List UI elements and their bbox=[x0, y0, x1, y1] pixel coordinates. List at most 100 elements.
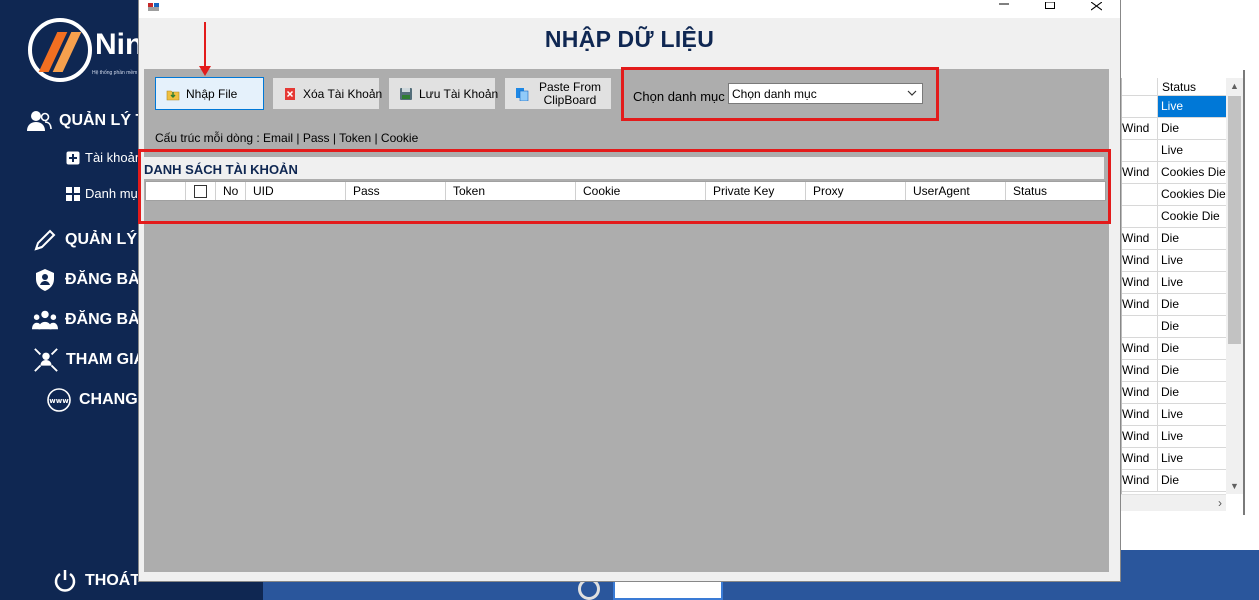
delete-accounts-button[interactable]: Xóa Tài Khoản bbox=[272, 77, 383, 110]
table-row[interactable]: Die bbox=[1122, 316, 1226, 338]
delete-icon bbox=[283, 87, 297, 101]
sidebar-item-tham-gia[interactable]: THAM GIA bbox=[33, 347, 145, 373]
app-icon bbox=[148, 0, 160, 11]
minimize-icon bbox=[999, 3, 1009, 5]
row-status-cell: Live bbox=[1161, 143, 1184, 157]
import-panel: Nhập File Xóa Tài Khoản Lưu Tài Khoản Pa… bbox=[144, 69, 1109, 572]
table-row[interactable]: Cookie Die bbox=[1122, 206, 1226, 228]
clipboard-icon bbox=[515, 87, 529, 101]
folder-download-icon bbox=[166, 87, 180, 101]
pencil-icon bbox=[32, 227, 58, 253]
table-row[interactable]: Wind Die bbox=[1122, 338, 1226, 360]
row-status-cell: Cookie Die bbox=[1161, 209, 1220, 223]
row-status-cell: Die bbox=[1161, 473, 1180, 487]
row-status-cell: Live bbox=[1161, 429, 1184, 443]
table-row[interactable]: Wind Die bbox=[1122, 470, 1226, 492]
plus-box-icon bbox=[66, 151, 80, 165]
minimize-button[interactable] bbox=[981, 0, 1027, 14]
group-icon bbox=[32, 307, 58, 333]
table-row[interactable]: Cookies Die bbox=[1122, 184, 1226, 206]
row-prefix-cell bbox=[1122, 184, 1158, 205]
close-button[interactable] bbox=[1073, 0, 1119, 14]
scroll-right-icon[interactable]: › bbox=[1218, 495, 1222, 512]
scrollbar-thumb[interactable] bbox=[1228, 96, 1241, 344]
table-row[interactable]: Live bbox=[1122, 140, 1226, 162]
row-status-cell: Die bbox=[1161, 341, 1180, 355]
sidebar-item-label: ĐĂNG BÀI bbox=[65, 311, 145, 328]
maximize-button[interactable] bbox=[1027, 0, 1073, 14]
scroll-down-icon[interactable]: ▼ bbox=[1226, 478, 1243, 494]
table-body: Live Wind Die Live Wind Cookies Die Cookies Di… bbox=[1122, 96, 1226, 492]
row-prefix-cell bbox=[1122, 96, 1158, 117]
import-file-label: Nhập File bbox=[186, 86, 238, 101]
table-row[interactable]: Wind Die bbox=[1122, 294, 1226, 316]
row-prefix-cell: Wind bbox=[1122, 404, 1158, 425]
power-icon bbox=[52, 568, 78, 594]
account-status-table: Status Live Wind Die Live Wind Cookies Die Coo… bbox=[1121, 78, 1226, 494]
row-status-cell: Die bbox=[1161, 297, 1180, 311]
arrow-down-icon bbox=[199, 22, 211, 76]
row-prefix-cell: Wind bbox=[1122, 294, 1158, 315]
row-status-cell: Die bbox=[1161, 319, 1180, 333]
save-icon bbox=[399, 87, 413, 101]
table-row[interactable]: Wind Die bbox=[1122, 228, 1226, 250]
row-status-cell: Cookies Die bbox=[1161, 165, 1226, 179]
row-status-cell: Live bbox=[1161, 275, 1184, 289]
row-status-cell: Live bbox=[1161, 451, 1184, 465]
row-prefix-cell: Wind bbox=[1122, 470, 1158, 491]
close-icon bbox=[1090, 1, 1102, 10]
table-row[interactable]: Wind Live bbox=[1122, 448, 1226, 470]
horizontal-scrollbar[interactable]: › bbox=[1121, 494, 1226, 511]
table-row[interactable]: Wind Live bbox=[1122, 426, 1226, 448]
sidebar-item-change[interactable]: www CHANGE bbox=[46, 387, 148, 413]
row-prefix-cell: Wind bbox=[1122, 382, 1158, 403]
sidebar-item-label: THAM GIA bbox=[66, 351, 146, 368]
delete-accounts-label: Xóa Tài Khoản bbox=[303, 86, 383, 101]
row-prefix-cell: Wind bbox=[1122, 250, 1158, 271]
brand-tagline: Hệ thống phần mềm bbox=[92, 70, 138, 76]
bottom-input[interactable] bbox=[613, 580, 723, 600]
table-row[interactable]: Wind Die bbox=[1122, 360, 1226, 382]
paste-clipboard-button[interactable]: Paste From ClipBoard bbox=[504, 77, 612, 110]
table-row[interactable]: Live bbox=[1122, 96, 1226, 118]
sidebar-item-dang-bai-2[interactable]: ĐĂNG BÀI bbox=[32, 307, 144, 333]
sidebar-item-quan-ly-bai[interactable]: QUẢN LÝ B bbox=[32, 227, 153, 253]
row-status-cell: Die bbox=[1161, 363, 1180, 377]
table-row[interactable]: Wind Live bbox=[1122, 250, 1226, 272]
logout-button[interactable]: THOÁT bbox=[52, 568, 140, 594]
paste-label-line-1: Paste From bbox=[538, 79, 601, 94]
structure-hint: Cấu trúc mỗi dòng : Email | Pass | Token… bbox=[155, 131, 419, 145]
row-prefix-cell: Wind bbox=[1122, 162, 1158, 183]
sidebar-item-quan-ly-tai-khoan[interactable]: QUẢN LÝ T bbox=[26, 108, 145, 134]
row-status-cell: Die bbox=[1161, 385, 1180, 399]
network-icon bbox=[33, 347, 59, 373]
sidebar-item-dang-bai-1[interactable]: ĐĂNG BÀI bbox=[32, 267, 144, 293]
row-prefix-cell: Wind bbox=[1122, 448, 1158, 469]
row-prefix-cell: Wind bbox=[1122, 360, 1158, 381]
dialog-title: NHẬP DỮ LIỆU bbox=[544, 26, 715, 52]
scroll-up-icon[interactable]: ▲ bbox=[1226, 78, 1243, 94]
table-row[interactable]: Wind Die bbox=[1122, 382, 1226, 404]
table-row[interactable]: Wind Live bbox=[1122, 272, 1226, 294]
import-file-button[interactable]: Nhập File bbox=[155, 77, 264, 110]
column-header-status[interactable]: Status bbox=[1158, 78, 1226, 95]
window-titlebar[interactable] bbox=[139, 0, 1120, 18]
account-list-highlight-box bbox=[138, 149, 1111, 224]
shield-user-icon bbox=[32, 267, 58, 293]
sidebar-item-label: Danh mục bbox=[85, 186, 145, 201]
table-row[interactable]: Wind Live bbox=[1122, 404, 1226, 426]
table-row[interactable]: Wind Cookies Die bbox=[1122, 162, 1226, 184]
vertical-scrollbar[interactable]: ▲ ▼ bbox=[1226, 78, 1243, 494]
globe-www-icon: www bbox=[46, 387, 72, 413]
sidebar-item-tai-khoan[interactable]: Tài khoản bbox=[66, 150, 142, 165]
users-icon bbox=[26, 108, 52, 134]
row-prefix-cell: Wind bbox=[1122, 338, 1158, 359]
divider bbox=[1243, 70, 1245, 515]
brand-name: Nin bbox=[95, 28, 144, 61]
category-highlight-box bbox=[621, 67, 939, 121]
table-row[interactable]: Wind Die bbox=[1122, 118, 1226, 140]
save-accounts-button[interactable]: Lưu Tài Khoản bbox=[388, 77, 498, 110]
sidebar-item-danh-muc[interactable]: Danh mục bbox=[66, 186, 144, 201]
row-status-cell: Cookies Die bbox=[1161, 187, 1226, 201]
maximize-icon bbox=[1045, 2, 1055, 9]
